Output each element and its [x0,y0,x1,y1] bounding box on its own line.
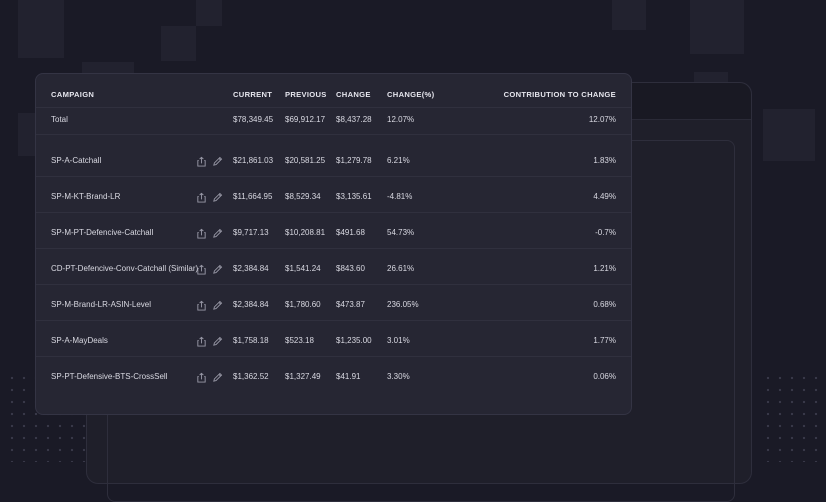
cell-previous: $10,208.81 [285,228,326,237]
cell-previous: $8,529.34 [285,192,321,201]
cell-current: $21,861.03 [233,156,274,165]
campaign-name[interactable]: SP-M-Brand-LR-ASIN-Level [51,300,151,309]
cell-change: $491.68 [336,228,365,237]
cell-change-pct: 236.05% [387,300,419,309]
cell-change: $1,235.00 [336,336,372,345]
cell-change-pct: 3.01% [387,336,410,345]
cell-change: $41.91 [336,372,361,381]
share-icon[interactable] [196,370,207,383]
campaign-name[interactable]: CD-PT-Defencive-Conv-Catchall (Similar) [51,264,198,273]
cell-previous: $1,541.24 [285,264,321,273]
divider [36,212,631,213]
share-icon[interactable] [196,226,207,239]
header-current[interactable]: CURRENT [233,90,272,99]
share-icon[interactable] [196,298,207,311]
header-contribution[interactable]: CONTRIBUTION TO CHANGE [504,90,616,99]
divider [36,248,631,249]
cell-change-pct: 3.30% [387,372,410,381]
cell-previous: $20,581.25 [285,156,326,165]
campaign-name[interactable]: SP-M-KT-Brand-LR [51,192,120,201]
edit-icon[interactable] [212,298,223,310]
cell-contribution: 0.06% [593,372,616,381]
bg-square [763,109,815,161]
cell-current: $1,758.18 [233,336,269,345]
cell-contribution: 1.83% [593,156,616,165]
cell-current: $2,384.84 [233,300,269,309]
header-change[interactable]: CHANGE [336,90,371,99]
cell-change: $3,135.61 [336,192,372,201]
share-icon[interactable] [196,334,207,347]
cell-contribution: 1.21% [593,264,616,273]
cell-change-pct: 54.73% [387,228,415,237]
cell-previous: $1,327.49 [285,372,321,381]
campaign-name[interactable]: SP-A-Catchall [51,156,101,165]
header-change-pct[interactable]: CHANGE(%) [387,90,434,99]
campaign-table: CAMPAIGN CURRENT PREVIOUS CHANGE CHANGE(… [35,73,632,415]
edit-icon[interactable] [212,190,223,202]
cell-change: $473.87 [336,300,365,309]
divider [36,134,631,135]
cell-change: $843.60 [336,264,365,273]
cell-contribution: 1.77% [593,336,616,345]
campaign-name[interactable]: SP-A-MayDeals [51,336,108,345]
bg-square [612,0,646,30]
share-icon[interactable] [196,262,207,275]
edit-icon[interactable] [212,262,223,274]
divider [36,284,631,285]
campaign-name[interactable]: SP-PT-Defensive-BTS-CrossSell [51,372,167,381]
edit-icon[interactable] [212,154,223,166]
total-change: $8,437.28 [336,115,372,124]
divider [36,356,631,357]
cell-previous: $1,780.60 [285,300,321,309]
campaign-name[interactable]: SP-M-PT-Defencive-Catchall [51,228,153,237]
bg-square [18,0,64,58]
cell-current: $1,362.52 [233,372,269,381]
cell-current: $11,664.95 [233,192,273,201]
cell-change: $1,279.78 [336,156,372,165]
cell-previous: $523.18 [285,336,314,345]
edit-icon[interactable] [212,370,223,382]
divider [36,107,631,108]
header-previous[interactable]: PREVIOUS [285,90,327,99]
total-current: $78,349.45 [233,115,274,124]
cell-change-pct: 6.21% [387,156,410,165]
total-contribution: 12.07% [588,115,616,124]
total-label: Total [51,115,68,124]
cell-current: $9,717.13 [233,228,269,237]
share-icon[interactable] [196,190,207,203]
divider [36,176,631,177]
header-campaign[interactable]: CAMPAIGN [51,90,94,99]
cell-contribution: -0.7% [595,228,616,237]
edit-icon[interactable] [212,226,223,238]
edit-icon[interactable] [212,334,223,346]
bg-square [161,26,196,61]
cell-contribution: 4.49% [593,192,616,201]
total-change-pct: 12.07% [387,115,415,124]
cell-current: $2,384.84 [233,264,269,273]
total-previous: $69,912.17 [285,115,326,124]
divider [36,320,631,321]
cell-contribution: 0.68% [593,300,616,309]
bg-square [690,0,744,54]
bg-dot-grid [762,372,826,462]
cell-change-pct: 26.61% [387,264,415,273]
cell-change-pct: -4.81% [387,192,413,201]
share-icon[interactable] [196,154,207,167]
bg-square [196,0,222,26]
